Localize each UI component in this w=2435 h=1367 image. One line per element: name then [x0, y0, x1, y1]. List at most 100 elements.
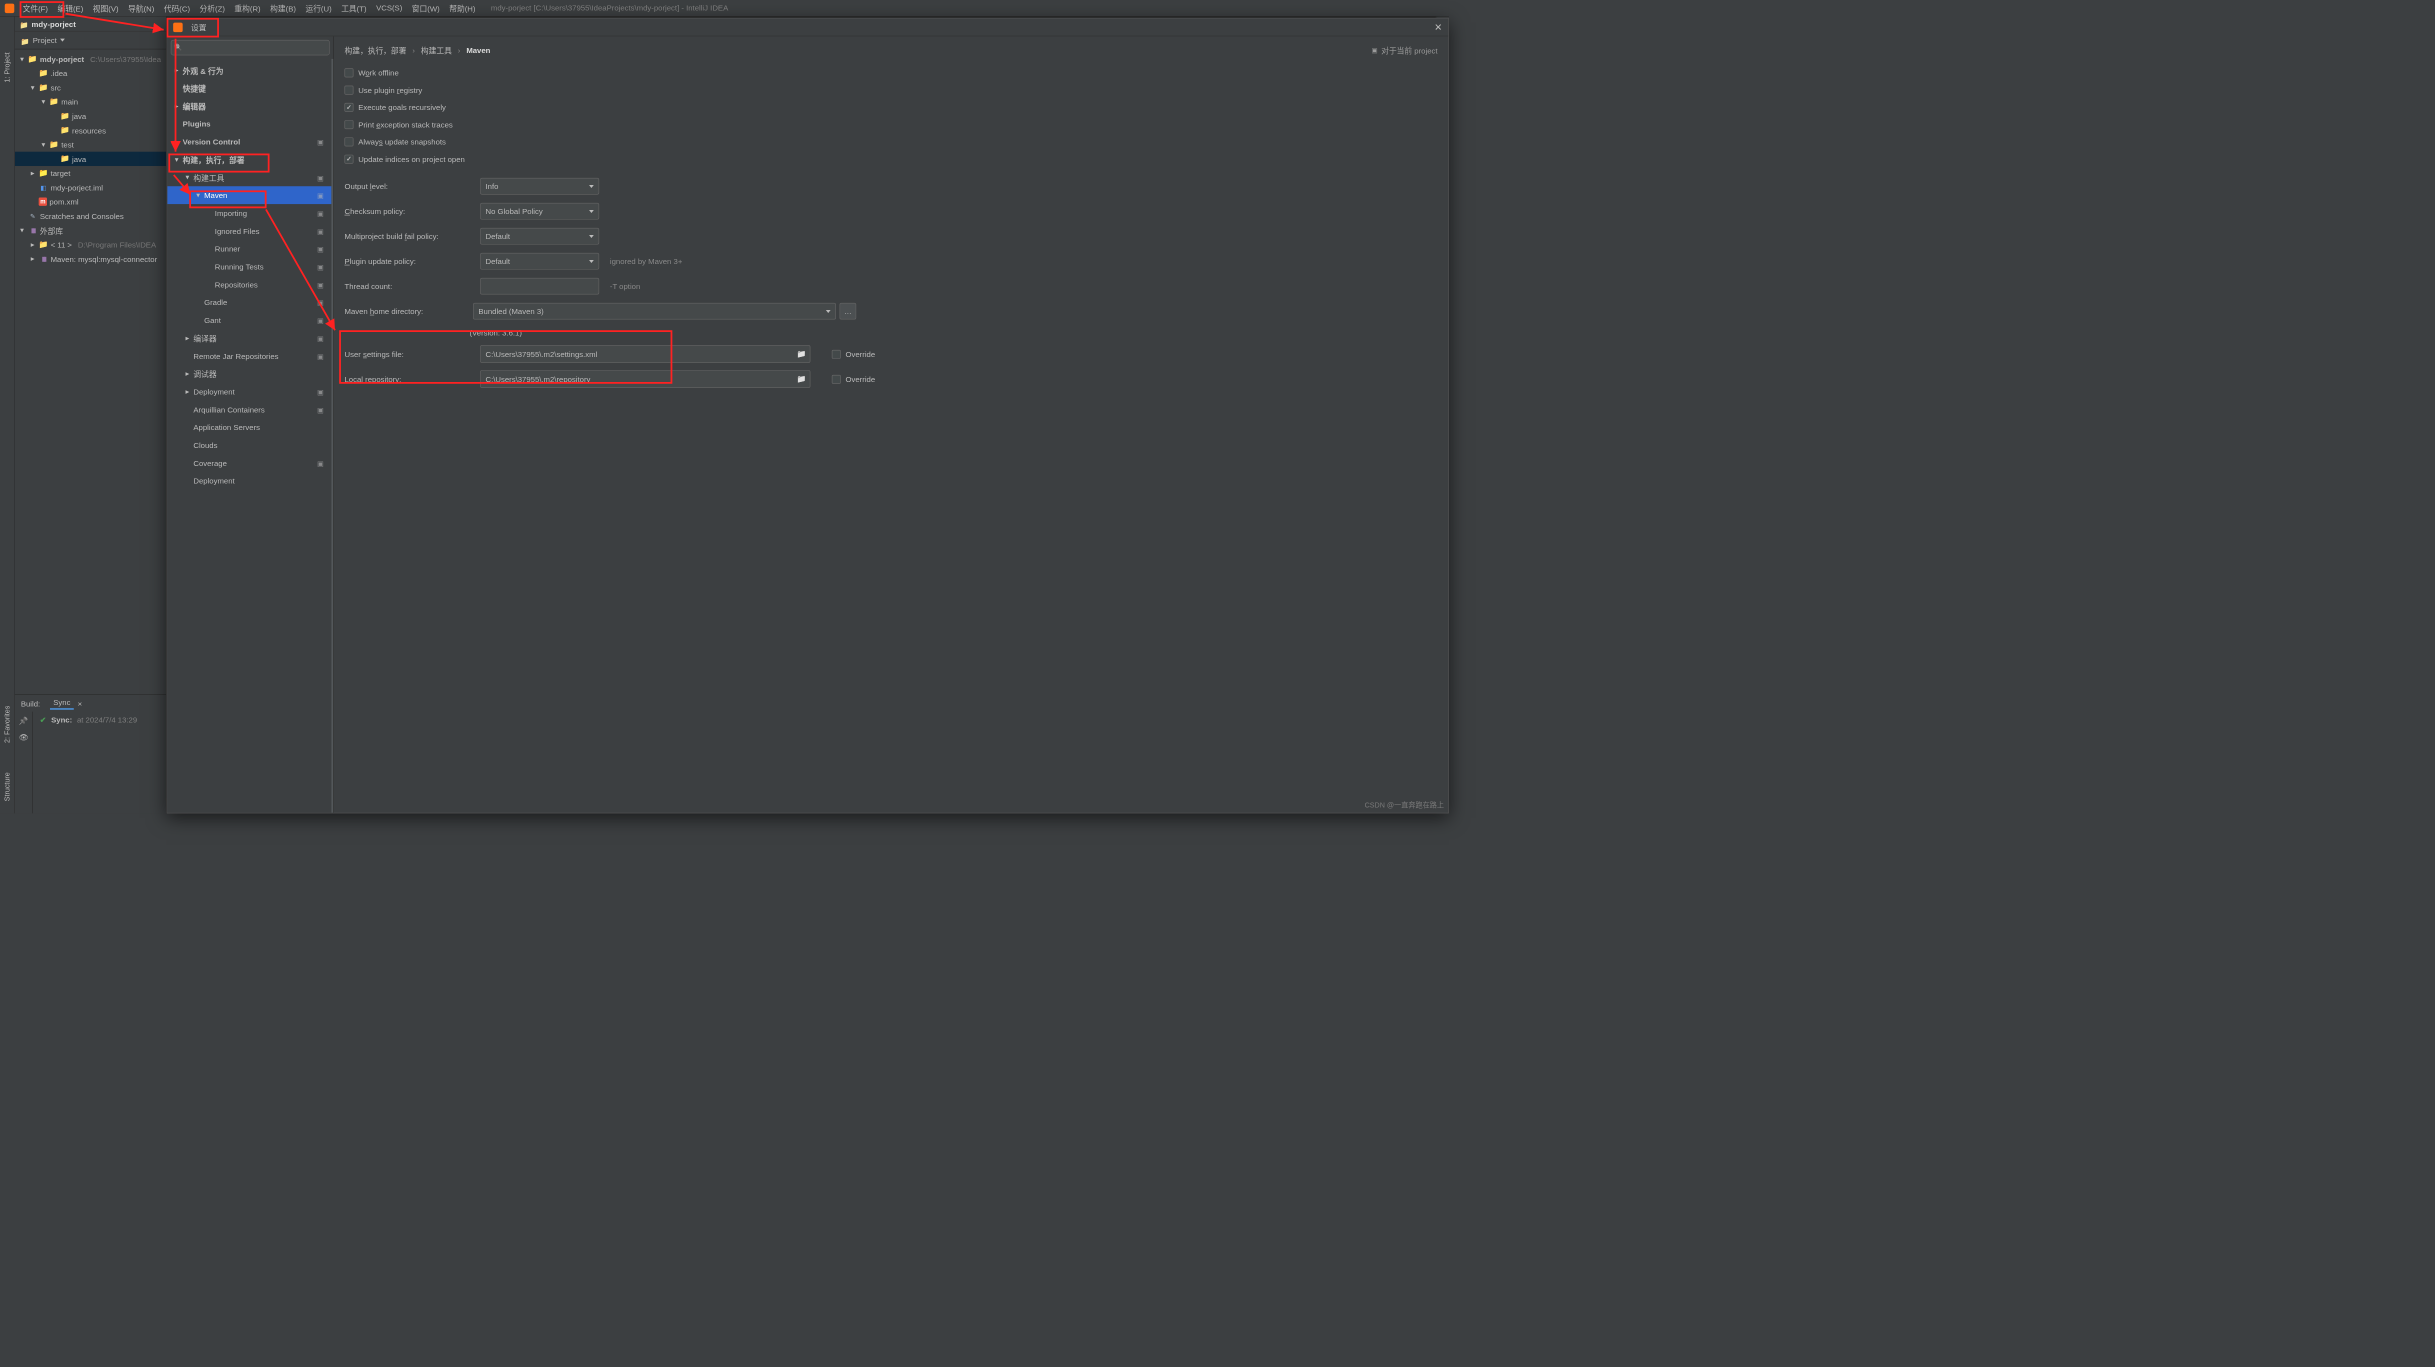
- tree-scratches[interactable]: Scratches and Consoles: [15, 209, 166, 223]
- tree-ext-libs[interactable]: 外部库: [15, 223, 166, 237]
- settings-tree-row[interactable]: 快捷键: [167, 79, 331, 97]
- twistie-icon[interactable]: [173, 155, 180, 165]
- menu-vcs[interactable]: VCS(S): [371, 0, 407, 16]
- combo-multiproj[interactable]: Default: [480, 228, 599, 245]
- menu-view[interactable]: 视图(V): [88, 0, 123, 16]
- twistie-icon[interactable]: [40, 140, 47, 150]
- gutter-structure[interactable]: Structure: [3, 772, 11, 801]
- settings-tree-row[interactable]: Arquillian Containers: [167, 400, 331, 418]
- twistie-icon[interactable]: [184, 173, 191, 183]
- checkbox[interactable]: [345, 155, 354, 164]
- crumb-project[interactable]: mdy-porject: [32, 19, 76, 28]
- settings-search-input[interactable]: [171, 40, 330, 55]
- settings-tree-row[interactable]: Importing: [167, 204, 331, 222]
- settings-tree-row[interactable]: Maven: [167, 186, 331, 204]
- checkbox-row[interactable]: Use plugin registry: [345, 82, 1438, 99]
- twistie-icon[interactable]: [195, 190, 202, 200]
- menu-window[interactable]: 窗口(W): [407, 0, 444, 16]
- close-icon[interactable]: ✕: [1434, 21, 1442, 33]
- twistie-icon[interactable]: [173, 137, 180, 147]
- checkbox[interactable]: [345, 137, 354, 146]
- build-tab-sync[interactable]: Sync: [50, 697, 74, 710]
- checkbox-row[interactable]: Update indices on project open: [345, 151, 1438, 168]
- settings-tree-row[interactable]: 构建，执行，部署: [167, 151, 331, 169]
- project-pane-header[interactable]: Project: [15, 32, 166, 50]
- settings-tree-row[interactable]: Coverage: [167, 454, 331, 472]
- tree-row[interactable]: target: [15, 166, 166, 180]
- settings-tree-row[interactable]: 调试器: [167, 365, 331, 383]
- settings-tree-row[interactable]: Clouds: [167, 436, 331, 454]
- checkbox-row[interactable]: Always update snapshots: [345, 133, 1438, 150]
- twistie-icon[interactable]: [18, 226, 25, 236]
- eye-icon[interactable]: [19, 733, 29, 743]
- checkbox[interactable]: [345, 103, 354, 112]
- settings-tree-row[interactable]: Runner: [167, 240, 331, 258]
- checkbox[interactable]: [345, 86, 354, 95]
- override-local-repo[interactable]: Override: [832, 375, 875, 384]
- settings-tree-row[interactable]: Deployment: [167, 383, 331, 401]
- checkbox[interactable]: [345, 120, 354, 129]
- browse-button[interactable]: [840, 303, 857, 320]
- tree-maven-lib[interactable]: Maven: mysql:mysql-connector: [15, 252, 166, 266]
- pin-icon[interactable]: [19, 716, 29, 726]
- settings-tree-row[interactable]: Ignored Files: [167, 222, 331, 240]
- checkbox[interactable]: [345, 68, 354, 77]
- settings-tree-row[interactable]: 外观 & 行为: [167, 61, 331, 79]
- twistie-icon[interactable]: [29, 254, 36, 264]
- bc-1[interactable]: 构建工具: [421, 45, 452, 56]
- twistie-icon[interactable]: [184, 387, 191, 397]
- checkbox[interactable]: [832, 350, 841, 359]
- tree-row[interactable]: java: [15, 109, 166, 123]
- tree-row[interactable]: test: [15, 137, 166, 151]
- input-local-repo[interactable]: C:\Users\37955\.m2\repository: [480, 370, 810, 388]
- twistie-icon[interactable]: [173, 101, 180, 111]
- menu-navigate[interactable]: 导航(N): [123, 0, 159, 16]
- twistie-icon[interactable]: [40, 97, 47, 107]
- settings-tree-row[interactable]: Plugins: [167, 115, 331, 133]
- combo-output-level[interactable]: Info: [480, 178, 599, 195]
- tree-row[interactable]: mdy-porject.iml: [15, 180, 166, 194]
- tree-row[interactable]: src: [15, 80, 166, 94]
- folder-icon[interactable]: [797, 349, 807, 359]
- menu-refactor[interactable]: 重构(R): [230, 0, 266, 16]
- twistie-icon[interactable]: [29, 83, 36, 93]
- tree-row[interactable]: main: [15, 95, 166, 109]
- combo-maven-home[interactable]: Bundled (Maven 3): [473, 303, 836, 320]
- twistie-icon[interactable]: [173, 65, 180, 75]
- menu-file[interactable]: 文件(F): [18, 0, 53, 16]
- settings-tree-row[interactable]: Gant: [167, 311, 331, 329]
- menu-tools[interactable]: 工具(T): [336, 0, 371, 16]
- twistie-icon[interactable]: [29, 168, 36, 178]
- menu-analyze[interactable]: 分析(Z): [195, 0, 230, 16]
- tree-row[interactable]: resources: [15, 123, 166, 137]
- gutter-favorites[interactable]: 2: Favorites: [3, 705, 11, 742]
- settings-tree-row[interactable]: 编译器: [167, 329, 331, 347]
- override-user-settings[interactable]: Override: [832, 350, 875, 359]
- twistie-icon[interactable]: [29, 240, 36, 250]
- tree-row[interactable]: pom.xml: [15, 195, 166, 209]
- tree-row[interactable]: java: [15, 152, 166, 166]
- menu-run[interactable]: 运行(U): [301, 0, 337, 16]
- settings-tree-row[interactable]: Gradle: [167, 293, 331, 311]
- checkbox-row[interactable]: Execute goals recursively: [345, 99, 1438, 116]
- menu-build[interactable]: 构建(B): [265, 0, 300, 16]
- bc-0[interactable]: 构建，执行，部署: [345, 45, 407, 56]
- settings-tree-row[interactable]: Running Tests: [167, 258, 331, 276]
- settings-tree-row[interactable]: Deployment: [167, 472, 331, 490]
- checkbox-row[interactable]: Print exception stack traces: [345, 116, 1438, 133]
- twistie-icon[interactable]: [184, 333, 191, 343]
- menu-code[interactable]: 代码(C): [159, 0, 195, 16]
- settings-tree-row[interactable]: 编辑器: [167, 97, 331, 115]
- settings-tree-row[interactable]: Application Servers: [167, 418, 331, 436]
- menu-help[interactable]: 帮助(H): [444, 0, 480, 16]
- tree-root[interactable]: mdy-porject C:\Users\37955\Idea: [15, 52, 166, 66]
- twistie-icon[interactable]: [18, 54, 25, 64]
- combo-checksum[interactable]: No Global Policy: [480, 203, 599, 220]
- folder-icon[interactable]: [797, 374, 807, 384]
- checkbox-row[interactable]: Work offline: [345, 64, 1438, 81]
- settings-tree-row[interactable]: Version Control: [167, 133, 331, 151]
- close-icon[interactable]: ×: [78, 699, 83, 708]
- twistie-icon[interactable]: [184, 369, 191, 379]
- settings-tree-row[interactable]: 构建工具: [167, 168, 331, 186]
- input-thread-count[interactable]: [480, 278, 599, 295]
